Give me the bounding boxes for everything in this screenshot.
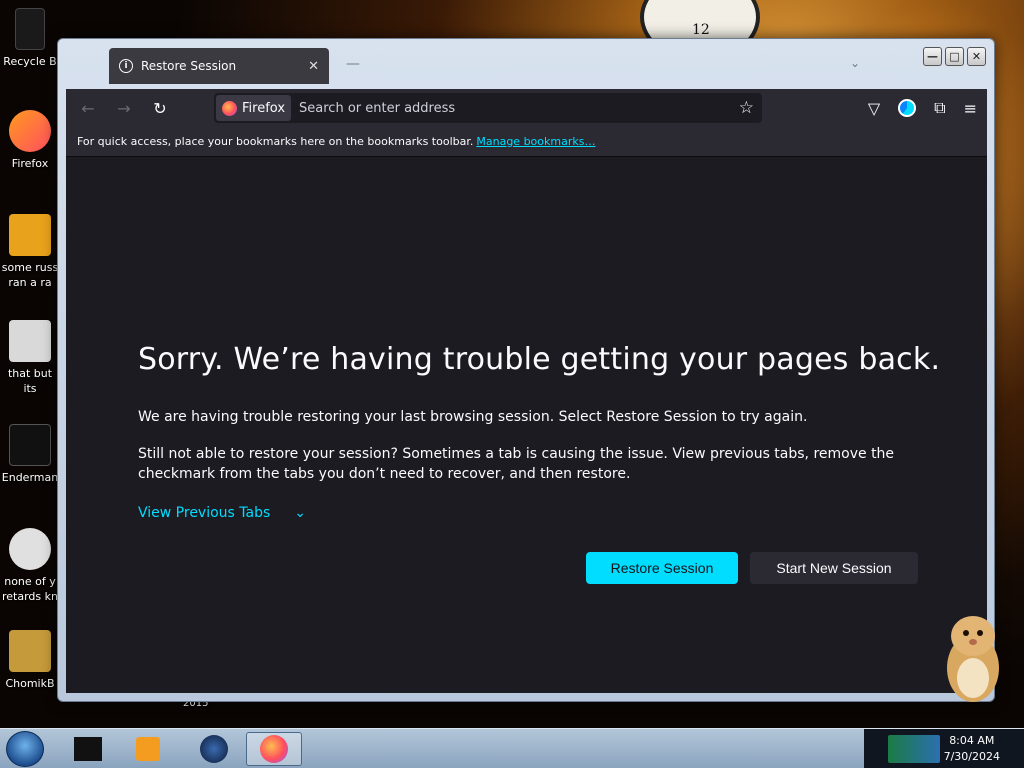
tab-restore-session[interactable]: i Restore Session ✕ <box>109 48 329 84</box>
minimize-button[interactable]: — <box>923 47 942 66</box>
reload-icon[interactable]: ↻ <box>148 96 172 120</box>
bookmarks-toolbar: For quick access, place your bookmarks h… <box>66 127 987 157</box>
error-help-text: Still not able to restore your session? … <box>138 446 895 482</box>
system-tray: 8:04 AM 7/30/2024 <box>864 729 1024 768</box>
desktop-icon-label: some russ ran a ra <box>1 261 59 289</box>
taskbar-app-1[interactable] <box>60 732 116 766</box>
restore-session-page: Sorry. We’re having trouble getting your… <box>66 157 987 693</box>
tray-app-icon[interactable] <box>888 735 940 763</box>
tab-title: Restore Session <box>141 59 237 73</box>
desktop-icon-firefox[interactable]: Firefox <box>0 110 60 171</box>
toolbar-right-icons: ▽ ⧉ ≡ <box>868 98 977 118</box>
taskbar-media-player[interactable] <box>120 732 176 766</box>
menu-icon[interactable]: ≡ <box>964 99 977 118</box>
identity-label: Firefox <box>242 100 286 116</box>
taskbar: 8:04 AM 7/30/2024 <box>0 728 1024 768</box>
firefox-icon <box>9 110 51 152</box>
back-arrow-icon[interactable]: ← <box>76 96 100 120</box>
desktop-icon-label: Recycle B <box>3 55 57 68</box>
bookmark-star-icon[interactable]: ☆ <box>739 98 754 118</box>
taskbar-clock[interactable]: 8:04 AM 7/30/2024 <box>944 733 1000 765</box>
hamster-image <box>947 616 999 702</box>
pocket-icon[interactable]: ▽ <box>868 99 880 118</box>
info-icon: i <box>119 59 133 73</box>
app-icon <box>74 737 102 761</box>
desktop-icon-label: none of y retards kn <box>2 575 58 603</box>
close-button[interactable]: ✕ <box>967 47 986 66</box>
desktop-icon-enderman[interactable]: Enderman <box>0 424 60 485</box>
identity-box[interactable]: Firefox <box>216 95 292 121</box>
file-icon <box>9 528 51 570</box>
tab-close-icon[interactable]: ✕ <box>308 59 319 74</box>
new-tab-icon[interactable]: — <box>346 56 360 72</box>
file-icon <box>9 214 51 256</box>
start-new-session-button[interactable]: Start New Session <box>750 552 918 584</box>
taskbar-app-3[interactable] <box>186 732 242 766</box>
app-icon <box>9 630 51 672</box>
forward-arrow-icon[interactable]: → <box>112 96 136 120</box>
taskbar-firefox[interactable] <box>246 732 302 766</box>
clock-date: 7/30/2024 <box>943 750 1000 763</box>
clock-time: 8:04 AM <box>949 734 995 747</box>
window-controls: — □ ✕ <box>923 47 986 66</box>
start-button[interactable] <box>6 731 44 767</box>
desktop-icon-recycle-bin[interactable]: Recycle B <box>0 8 60 69</box>
list-tabs-icon[interactable]: ⌄ <box>850 56 860 70</box>
extensions-icon[interactable]: ⧉ <box>934 98 945 118</box>
desktop-icon-label: Firefox <box>11 157 49 170</box>
error-description: We are having trouble restoring your las… <box>138 409 808 425</box>
recycle-bin-icon <box>15 8 45 50</box>
firefox-icon <box>260 735 288 763</box>
firefox-logo-icon <box>222 100 237 116</box>
desktop-icon-file-3[interactable]: none of y retards kn <box>0 528 60 604</box>
globe-icon <box>200 735 228 763</box>
account-icon[interactable] <box>898 99 917 117</box>
page-title: Sorry. We’re having trouble getting your… <box>138 342 941 377</box>
file-icon <box>9 424 51 466</box>
desktop-icon-chomikbox[interactable]: ChomikB <box>0 630 60 691</box>
desktop-icon-label: Enderman <box>1 471 59 484</box>
view-previous-tabs-toggle[interactable]: View Previous Tabs ⌄ <box>138 505 306 521</box>
bookmarks-hint: For quick access, place your bookmarks h… <box>77 135 474 148</box>
view-previous-tabs-label: View Previous Tabs <box>138 505 271 521</box>
desktop-icon-label: that but its <box>7 367 53 395</box>
nav-toolbar: ← → ↻ Firefox Search or enter address ☆ … <box>66 89 987 127</box>
file-icon <box>9 320 51 362</box>
desktop-icon-file-2[interactable]: that but its <box>0 320 60 396</box>
media-player-icon <box>136 737 160 761</box>
restore-session-button[interactable]: Restore Session <box>586 552 738 584</box>
browser-window: i Restore Session ✕ — ⌄ — □ ✕ ← → ↻ Fire… <box>57 38 995 702</box>
desktop-icon-file-1[interactable]: some russ ran a ra <box>0 214 60 290</box>
maximize-button[interactable]: □ <box>945 47 964 66</box>
url-bar[interactable]: Firefox Search or enter address ☆ <box>214 93 762 123</box>
address-input[interactable]: Search or enter address <box>299 101 739 116</box>
desktop-icon-label: ChomikB <box>5 677 55 690</box>
manage-bookmarks-link[interactable]: Manage bookmarks… <box>476 135 595 148</box>
chevron-down-icon: ⌄ <box>294 505 307 521</box>
